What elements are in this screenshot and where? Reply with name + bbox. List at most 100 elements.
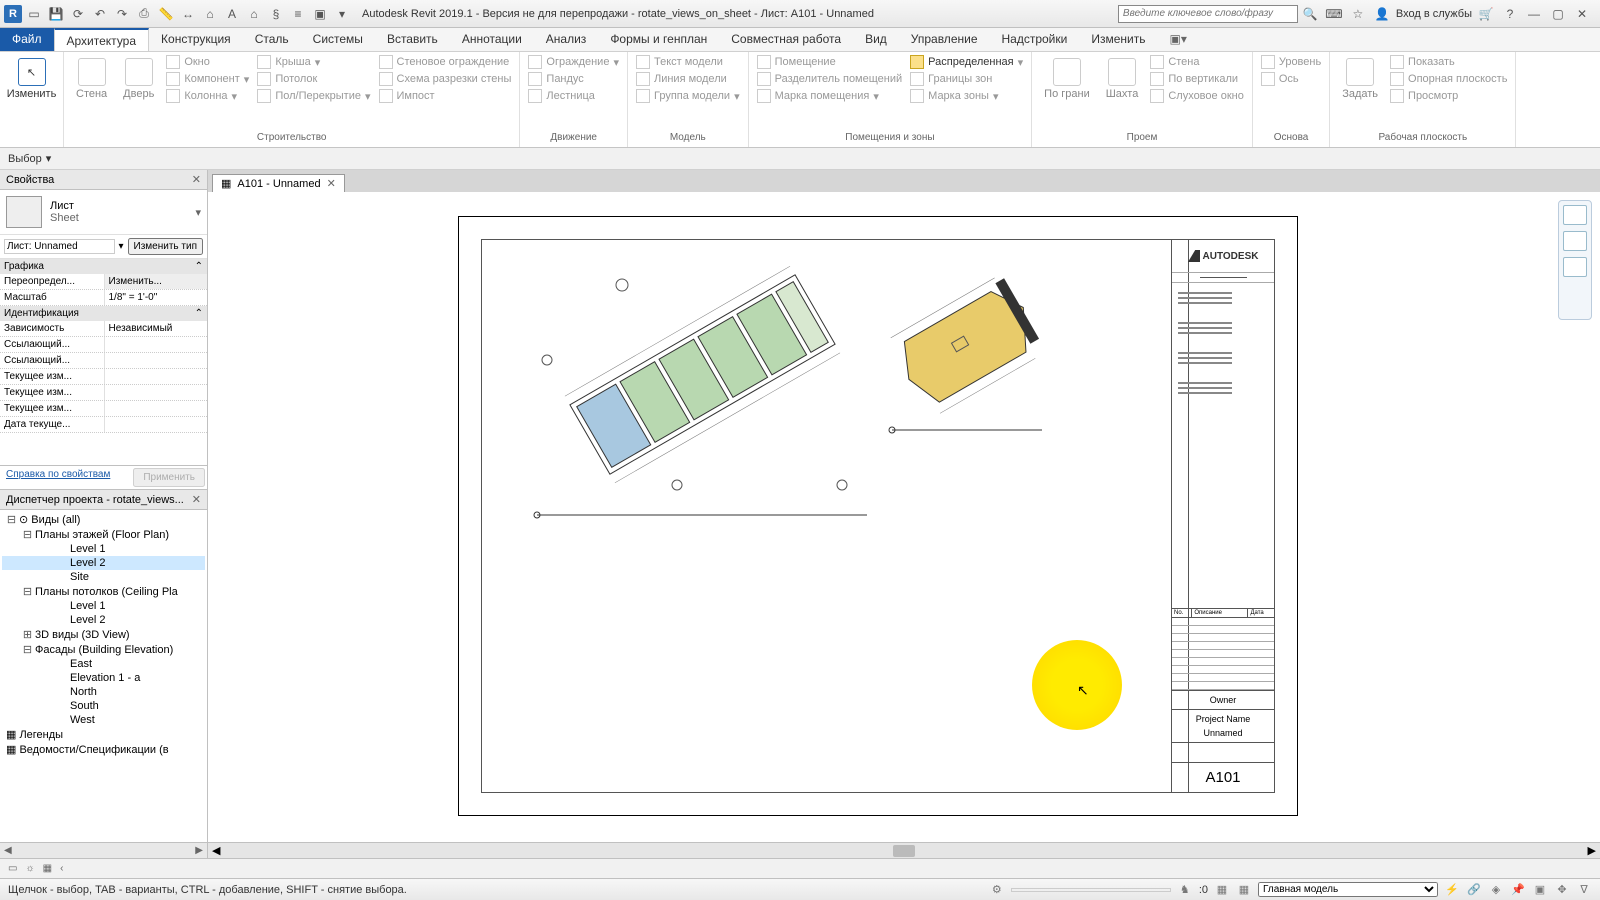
floor-button[interactable]: Пол/Перекрытие ▾	[253, 88, 374, 104]
tab-collab[interactable]: Совместная работа	[719, 28, 853, 51]
filter-icon[interactable]: ▦	[1214, 882, 1230, 898]
tab-view[interactable]: Вид	[853, 28, 899, 51]
tree-group[interactable]: ⊟Планы потолков (Ceiling Pla	[2, 584, 205, 599]
minimize-icon[interactable]: —	[1524, 4, 1544, 24]
sync-icon[interactable]: ⟳	[68, 4, 88, 24]
sel-link-icon[interactable]: 🔗	[1466, 882, 1482, 898]
selection-icon[interactable]: ♞	[1177, 882, 1193, 898]
visual-style-icon[interactable]: ▦	[43, 863, 52, 874]
ref-plane-button[interactable]: Опорная плоскость	[1386, 71, 1511, 87]
design-options-icon[interactable]: ⚡	[1444, 882, 1460, 898]
tree-view[interactable]: Site	[2, 570, 205, 584]
workset-icon[interactable]: ⚙	[989, 882, 1005, 898]
detail-icon[interactable]: ☼	[25, 863, 34, 874]
keyset-icon[interactable]: ⌨	[1324, 4, 1344, 24]
sel-face-icon[interactable]: ▣	[1532, 882, 1548, 898]
tab-options-icon[interactable]: ▣▾	[1157, 28, 1198, 51]
room-tag-button[interactable]: Марка помещения ▾	[753, 88, 907, 104]
vertical-opening-button[interactable]: По вертикали	[1146, 71, 1248, 87]
properties-help-link[interactable]: Справка по свойствам	[0, 466, 131, 489]
infocenter-icon[interactable]: 🔍	[1300, 4, 1320, 24]
close-icon[interactable]: ✕	[192, 493, 201, 506]
tag-icon[interactable]: ⌂	[200, 4, 220, 24]
door-button[interactable]: Дверь	[115, 54, 162, 104]
section-icon[interactable]: §	[266, 4, 286, 24]
status-dropdown-1[interactable]	[1011, 888, 1171, 892]
prop-row[interactable]: Текущее изм...	[0, 385, 207, 401]
model-text-button[interactable]: Текст модели	[632, 54, 744, 70]
ramp-button[interactable]: Пандус	[524, 71, 623, 87]
undo-icon[interactable]: ↶	[90, 4, 110, 24]
close-icon[interactable]: ✕	[192, 173, 201, 186]
tab-analyze[interactable]: Анализ	[534, 28, 599, 51]
edit-type-button[interactable]: Изменить тип	[128, 238, 203, 255]
tree-view[interactable]: East	[2, 657, 205, 671]
print-icon[interactable]: ⎙	[134, 4, 154, 24]
mullion-button[interactable]: Импост	[375, 88, 516, 104]
category-graphics[interactable]: Графика⌃	[0, 259, 207, 274]
window-button[interactable]: Окно	[162, 54, 253, 70]
prop-row[interactable]: Текущее изм...	[0, 369, 207, 385]
tab-insert[interactable]: Вставить	[375, 28, 450, 51]
level-button[interactable]: Уровень	[1257, 54, 1325, 70]
prop-row[interactable]: Масштаб1/8" = 1'-0"	[0, 290, 207, 306]
horizontal-scrollbar[interactable]: ◀▶	[208, 842, 1600, 858]
titleblock[interactable]: AUTODESK No. Описание Дата	[1171, 239, 1275, 793]
tab-massing[interactable]: Формы и генплан	[598, 28, 719, 51]
grid-button[interactable]: Ось	[1257, 71, 1325, 87]
tab-addins[interactable]: Надстройки	[990, 28, 1080, 51]
select-dropdown[interactable]: Выбор▾	[8, 152, 51, 165]
dimension-icon[interactable]: ↔	[178, 4, 198, 24]
sign-in-link[interactable]: Вход в службы	[1396, 8, 1472, 20]
column-button[interactable]: Колонна ▾	[162, 88, 253, 104]
viewer-button[interactable]: Просмотр	[1386, 88, 1511, 104]
measure-icon[interactable]: 📏	[156, 4, 176, 24]
user-icon[interactable]: 👤	[1372, 4, 1392, 24]
area-button[interactable]: Распределенная ▾	[906, 54, 1027, 70]
tree-view[interactable]: Level 1	[2, 542, 205, 556]
component-button[interactable]: Компонент ▾	[162, 71, 253, 87]
tree-group[interactable]: ⊞3D виды (3D View)	[2, 627, 205, 642]
close-icon[interactable]: ✕	[1572, 4, 1592, 24]
ceiling-button[interactable]: Потолок	[253, 71, 374, 87]
category-identity[interactable]: Идентификация⌃	[0, 306, 207, 321]
thin-lines-icon[interactable]: ≡	[288, 4, 308, 24]
open-icon[interactable]: ▭	[24, 4, 44, 24]
stair-button[interactable]: Лестница	[524, 88, 623, 104]
tab-modify[interactable]: Изменить	[1079, 28, 1157, 51]
by-face-button[interactable]: По грани	[1036, 54, 1098, 104]
modify-button[interactable]: ↖ Изменить	[4, 54, 59, 104]
set-workplane-button[interactable]: Задать	[1334, 54, 1386, 104]
tab-architecture[interactable]: Архитектура	[54, 28, 150, 51]
apply-button[interactable]: Применить	[133, 468, 205, 487]
curtain-system-button[interactable]: Стеновое ограждение	[375, 54, 516, 70]
switch-windows-icon[interactable]: ▾	[332, 4, 352, 24]
search-input[interactable]	[1118, 5, 1298, 23]
tab-steel[interactable]: Сталь	[243, 28, 301, 51]
roof-button[interactable]: Крыша ▾	[253, 54, 374, 70]
area-boundary-button[interactable]: Границы зон	[906, 71, 1027, 87]
tab-manage[interactable]: Управление	[899, 28, 990, 51]
drag-icon[interactable]: ✥	[1554, 882, 1570, 898]
zoom-icon[interactable]	[1563, 231, 1587, 251]
wall-button[interactable]: Стена	[68, 54, 115, 104]
sel-pinned-icon[interactable]: 📌	[1510, 882, 1526, 898]
viewport-plan-1[interactable]	[522, 260, 872, 530]
doc-tab-a101[interactable]: ▦ A101 - Unnamed ✕	[212, 174, 345, 192]
chevron-down-icon[interactable]: ▾	[119, 241, 124, 252]
filter-sel-icon[interactable]: ∇	[1576, 882, 1592, 898]
tab-file[interactable]: Файл	[0, 28, 54, 51]
main-model-dropdown[interactable]: Главная модель	[1258, 882, 1438, 897]
tab-annotate[interactable]: Аннотации	[450, 28, 534, 51]
star-icon[interactable]: ☆	[1348, 4, 1368, 24]
drawing-canvas[interactable]: ↖ AUTODESK	[208, 192, 1600, 842]
room-button[interactable]: Помещение	[753, 54, 907, 70]
shaft-button[interactable]: Шахта	[1098, 54, 1147, 104]
prop-row[interactable]: ЗависимостьНезависимый	[0, 321, 207, 337]
exchange-icon[interactable]: 🛒	[1476, 4, 1496, 24]
tab-systems[interactable]: Системы	[301, 28, 375, 51]
close-windows-icon[interactable]: ▣	[310, 4, 330, 24]
tree-view[interactable]: Elevation 1 - a	[2, 671, 205, 685]
tree-view[interactable]: West	[2, 713, 205, 727]
full-nav-icon[interactable]	[1563, 205, 1587, 225]
